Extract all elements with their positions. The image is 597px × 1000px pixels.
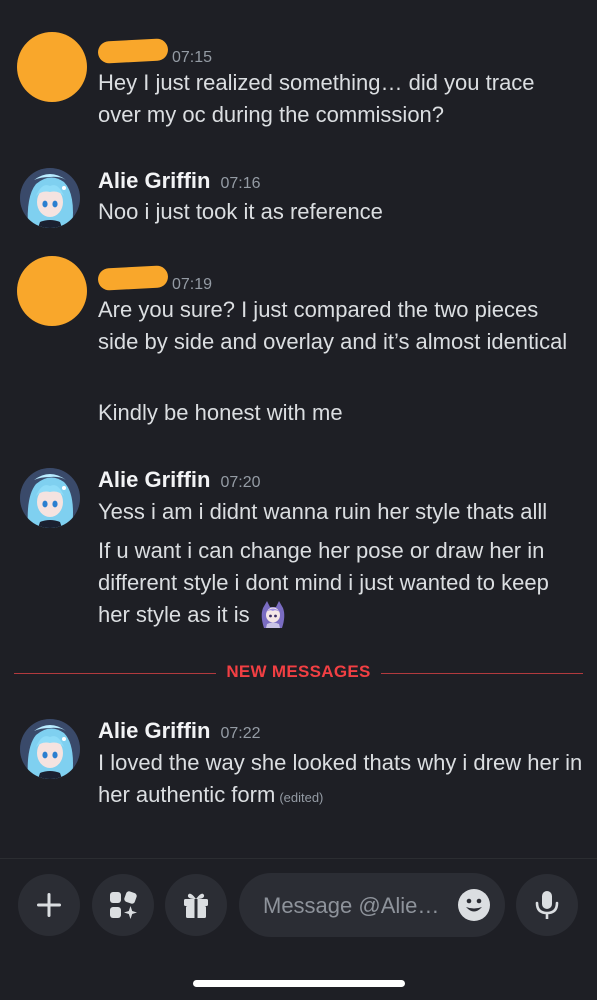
author-name[interactable]: Alie Griffin: [98, 467, 210, 493]
microphone-icon: [535, 891, 559, 919]
message-text: Yess i am i didnt wanna ruin her style t…: [98, 499, 548, 524]
avatar[interactable]: [17, 256, 87, 326]
anime-avatar-icon: [20, 719, 80, 779]
avatar[interactable]: [17, 32, 87, 102]
message-timestamp: 07:20: [220, 474, 261, 491]
message-text: Hey I just realized something… did you t…: [98, 70, 535, 127]
new-messages-divider: NEW MESSAGES: [14, 660, 583, 686]
message-text-with-edited: I loved the way she looked thats why i d…: [98, 747, 583, 814]
author-name[interactable]: Alie Griffin: [98, 168, 210, 194]
anime-girl-emoji-icon: [260, 600, 286, 637]
home-indicator[interactable]: [193, 980, 405, 987]
edited-label: (edited): [279, 790, 324, 805]
plus-icon: [37, 893, 61, 917]
add-attachment-button[interactable]: [18, 874, 80, 936]
voice-message-button[interactable]: [516, 874, 578, 936]
avatar[interactable]: [20, 719, 80, 779]
message-input-container: [239, 873, 505, 937]
apps-button[interactable]: [92, 874, 154, 936]
message-text: Noo i just took it as reference: [98, 199, 383, 224]
divider-line: [381, 673, 583, 674]
message-text: Kindly be honest with me: [98, 400, 343, 425]
message-input[interactable]: [261, 887, 445, 925]
message-composer: [0, 858, 597, 1000]
message-timestamp: 07:22: [220, 725, 261, 742]
message-text-with-emoji: If u want i can change her pose or draw …: [98, 535, 583, 637]
redacted-author-name: [97, 265, 169, 291]
message-text: If u want i can change her pose or draw …: [98, 538, 549, 627]
message-text: Are you sure? I just compared the two pi…: [98, 297, 568, 354]
message-timestamp: 07:16: [220, 175, 261, 192]
anime-avatar-icon: [20, 468, 80, 528]
dm-screen: 07:15 Hey I just realized something… did…: [0, 0, 597, 1000]
new-messages-label: NEW MESSAGES: [226, 662, 371, 681]
gift-button[interactable]: [165, 874, 227, 936]
author-name[interactable]: Alie Griffin: [98, 718, 210, 744]
gift-icon: [184, 893, 208, 918]
redacted-author-name: [97, 38, 169, 64]
apps-icon: [110, 891, 137, 919]
message-text: I loved the way she looked thats why i d…: [98, 750, 583, 807]
avatar[interactable]: [20, 468, 80, 528]
emoji-button[interactable]: [457, 888, 491, 922]
avatar[interactable]: [20, 168, 80, 228]
anime-avatar-icon: [20, 168, 80, 228]
message-timestamp: 07:19: [172, 276, 213, 293]
message-timestamp: 07:15: [172, 49, 213, 66]
emoji-icon: [458, 889, 490, 921]
